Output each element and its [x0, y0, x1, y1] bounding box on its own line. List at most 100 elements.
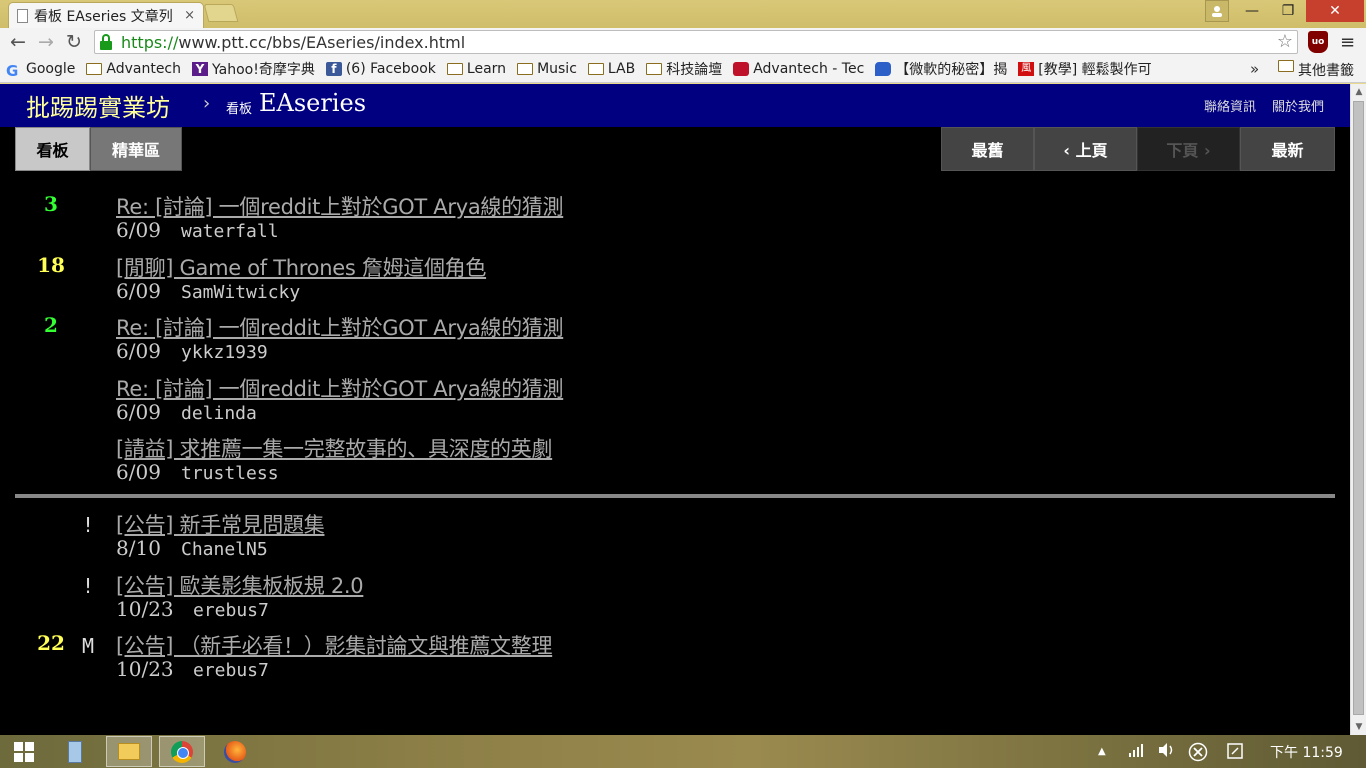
other-bookmarks-folder[interactable]: 其他書籤 — [1278, 60, 1354, 80]
previous-page-button[interactable]: ‹ 上頁 — [1034, 127, 1137, 171]
volume-icon[interactable] — [1158, 742, 1176, 762]
tab-digest[interactable]: 精華區 — [90, 127, 182, 171]
lock-icon — [99, 34, 113, 50]
pinned-divider — [15, 494, 1335, 498]
site-logo-link[interactable]: 批踢踢實業坊 — [26, 88, 170, 123]
close-window-button[interactable]: ✕ — [1306, 0, 1364, 22]
user-profile-icon[interactable] — [1205, 0, 1229, 22]
windows-taskbar: ▲ 下午 11:59 — [0, 735, 1366, 768]
page-scrollbar[interactable]: ▲ ▼ — [1350, 84, 1366, 735]
ublock-extension-icon[interactable]: uo — [1308, 31, 1328, 53]
oldest-page-button[interactable]: 最舊 — [941, 127, 1034, 171]
back-button[interactable]: ← — [6, 30, 30, 54]
folder-icon — [446, 63, 463, 75]
tray-overflow-icon[interactable]: ▲ — [1098, 746, 1106, 757]
bookmark-advantech-tec[interactable]: Advantech - Tec — [733, 61, 864, 77]
bookmark-google[interactable]: G Google — [6, 61, 75, 80]
post-date: 10/23 — [116, 657, 174, 681]
push-count: 22 — [37, 631, 65, 655]
tab-close-icon[interactable]: × — [184, 8, 195, 23]
new-tab-button[interactable] — [203, 4, 239, 22]
advantech-icon — [733, 62, 750, 76]
page-icon — [17, 8, 28, 23]
bookmark-tutorial[interactable]: 風 [教學] 輕鬆製作可 — [1018, 59, 1152, 79]
taskbar-clock[interactable]: 下午 11:59 — [1270, 742, 1343, 762]
post-date: 8/10 — [116, 536, 161, 560]
notification-icon[interactable] — [1226, 742, 1244, 764]
post-date: 6/09 — [116, 218, 161, 242]
post-row: 2 Re: [討論] 一個reddit上對於GOT Arya線的猜測 6/09 ykk… — [0, 309, 1350, 369]
bookmarks-overflow-button[interactable]: » — [1250, 60, 1259, 78]
address-bar[interactable]: https:// www.ptt.cc/bbs/EAseries/index.h… — [94, 30, 1298, 54]
folder-icon — [86, 63, 103, 75]
post-date: 6/09 — [116, 460, 161, 484]
taskbar-chrome-icon[interactable] — [159, 736, 205, 767]
post-date: 10/23 — [116, 596, 174, 621]
reload-button[interactable]: ↻ — [62, 30, 86, 54]
bookmark-folder-lab[interactable]: LAB — [587, 61, 636, 77]
folder-icon — [646, 63, 663, 75]
tab-ptt[interactable]: 看板 EAseries 文章列 × — [8, 2, 204, 28]
bookmark-label: Music — [537, 61, 577, 77]
bookmark-label: [教學] 輕鬆製作可 — [1038, 62, 1152, 78]
post-author: SamWitwicky — [181, 281, 301, 303]
post-title-link[interactable]: Re: [討論] 一個reddit上對於GOT Arya線的猜測 — [116, 312, 564, 342]
url-scheme: https:// — [121, 32, 179, 52]
latest-page-button[interactable]: 最新 — [1240, 127, 1335, 171]
tab-board[interactable]: 看板 — [15, 127, 90, 171]
taskbar-file-explorer-icon[interactable] — [106, 736, 152, 767]
bookmark-label: LAB — [607, 61, 636, 77]
chat-bubble-icon — [875, 62, 892, 76]
post-row: 22 M [公告] （新手必看！）影集討論文與推薦文整理 10/23 erebus7 — [0, 627, 1350, 687]
bookmark-label: 其他書籤 — [1298, 63, 1354, 79]
contact-link[interactable]: 聯絡資訊 — [1204, 96, 1256, 115]
post-mark: M — [82, 634, 95, 658]
about-link[interactable]: 關於我們 — [1272, 96, 1324, 115]
scrollbar-thumb[interactable] — [1353, 101, 1364, 715]
post-author: erebus7 — [193, 599, 269, 621]
page-viewport: 批踢踢實業坊 › 看板 EAseries 聯絡資訊 關於我們 看板 精華區 最舊… — [0, 84, 1350, 735]
post-row: [請益] 求推薦一集一完整故事的、具深度的英劇 6/09 trustless — [0, 430, 1350, 490]
bookmark-folder-tech-forum[interactable]: 科技論壇 — [646, 59, 722, 79]
network-signal-icon[interactable] — [1128, 742, 1144, 762]
taskbar-firefox-icon[interactable] — [212, 736, 258, 767]
browser-chrome: 看板 EAseries 文章列 × — ❐ ✕ ← → ↻ https:// w… — [0, 0, 1366, 84]
bookmark-folder-learn[interactable]: Learn — [446, 61, 506, 77]
minimize-button[interactable]: — — [1237, 0, 1267, 22]
windows-start-icon[interactable] — [14, 742, 34, 762]
google-icon: G — [6, 62, 19, 80]
post-title-link[interactable]: [公告] 歐美影集板板規 2.0 — [116, 570, 364, 600]
post-title-link[interactable]: [閒聊] Game of Thrones 詹姆這個角色 — [116, 252, 486, 282]
post-date: 6/09 — [116, 278, 161, 303]
post-mark: ! — [82, 513, 95, 537]
red-square-icon: 風 — [1018, 62, 1035, 76]
bookmark-microsoft-secret[interactable]: 【微軟的秘密】揭 — [875, 59, 1007, 79]
board-name-link[interactable]: EAseries — [259, 89, 366, 117]
post-title-link[interactable]: [公告] （新手必看！）影集討論文與推薦文整理 — [116, 630, 552, 660]
bookmark-folder-advantech[interactable]: Advantech — [86, 61, 181, 77]
bookmark-facebook[interactable]: f (6) Facebook — [325, 61, 436, 77]
post-title-link[interactable]: [請益] 求推薦一集一完整故事的、具深度的英劇 — [116, 433, 552, 463]
url-path: www.ptt.cc/bbs/EAseries/index.html — [178, 32, 466, 52]
post-title-link[interactable]: [公告] 新手常見問題集 — [116, 509, 325, 539]
chrome-menu-icon[interactable]: ≡ — [1340, 32, 1355, 53]
push-count: 2 — [44, 313, 58, 337]
bookmark-folder-music[interactable]: Music — [517, 61, 577, 77]
action-center-icon[interactable] — [1188, 742, 1208, 766]
bookmark-yahoo-dictionary[interactable]: Y Yahoo!奇摩字典 — [192, 59, 315, 79]
scroll-up-arrow-icon[interactable]: ▲ — [1351, 84, 1366, 100]
post-title-link[interactable]: Re: [討論] 一個reddit上對於GOT Arya線的猜測 — [116, 373, 564, 403]
post-row: 3 Re: [討論] 一個reddit上對於GOT Arya線的猜測 6/09 wat… — [0, 188, 1350, 248]
bookmark-label: Advantech - Tec — [753, 61, 865, 77]
scroll-down-arrow-icon[interactable]: ▼ — [1351, 719, 1366, 735]
bookmark-label: 科技論壇 — [666, 62, 723, 78]
maximize-button[interactable]: ❐ — [1270, 0, 1306, 22]
forward-button[interactable]: → — [34, 30, 58, 54]
post-row: Re: [討論] 一個reddit上對於GOT Arya線的猜測 6/09 deli… — [0, 370, 1350, 430]
bookmark-star-icon[interactable]: ☆ — [1277, 31, 1293, 52]
tab-strip: 看板 EAseries 文章列 × — ❐ ✕ — [0, 0, 1366, 28]
post-title-link[interactable]: Re: [討論] 一個reddit上對於GOT Arya線的猜測 — [116, 191, 564, 221]
push-count: 18 — [37, 252, 65, 277]
taskbar-file-app-icon[interactable] — [52, 736, 98, 767]
bookmark-label: Advantech — [106, 61, 182, 77]
